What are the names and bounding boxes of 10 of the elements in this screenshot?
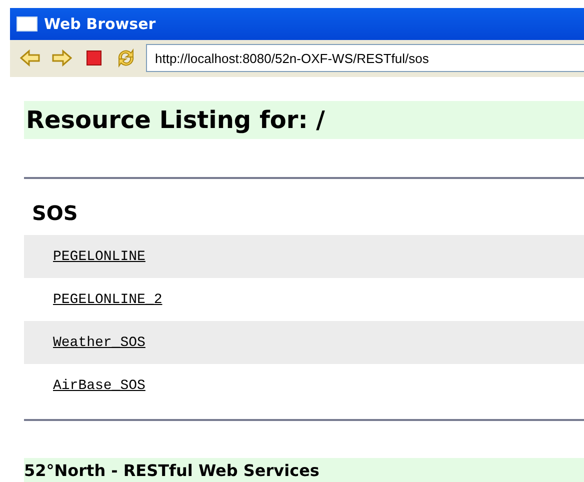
- window-icon: [16, 16, 38, 32]
- section-heading: SOS: [31, 200, 79, 227]
- window-title: Web Browser: [44, 14, 156, 33]
- resource-link[interactable]: AirBase_SOS: [53, 378, 146, 394]
- resource-link[interactable]: PEGELONLINE: [53, 248, 146, 264]
- resource-link[interactable]: Weather_SOS: [53, 334, 146, 350]
- page-heading: Resource Listing for: /: [24, 101, 584, 139]
- resource-link[interactable]: PEGELONLINE_2: [53, 292, 162, 308]
- address-field[interactable]: http://localhost:8080/52n-OXF-WS/RESTful/sos: [146, 44, 584, 72]
- footer-text: 52°North - RESTful Web Services: [24, 458, 584, 482]
